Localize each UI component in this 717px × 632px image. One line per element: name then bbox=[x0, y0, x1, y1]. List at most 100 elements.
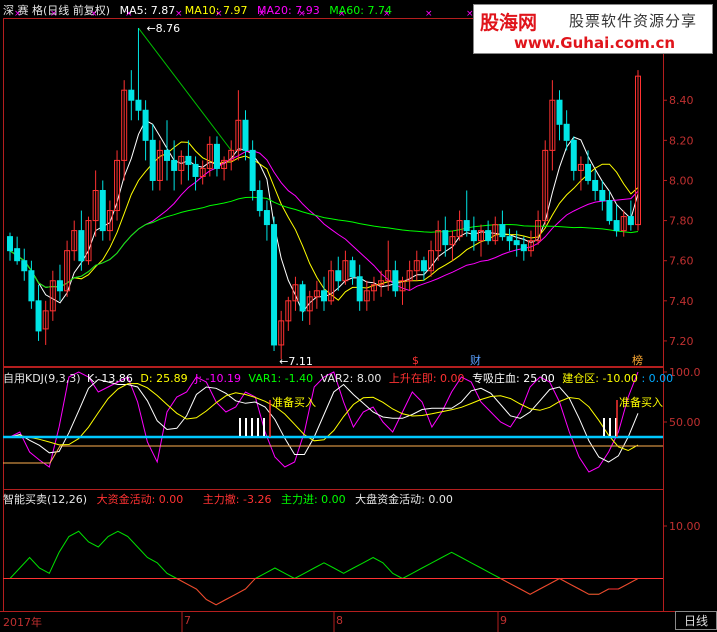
kdj-d-line bbox=[9, 382, 639, 452]
logo-main-text: 股海网 bbox=[480, 12, 538, 34]
smart-main-line bbox=[9, 530, 639, 606]
candle-body-67 bbox=[485, 230, 492, 242]
main-y-label-2: 8.00 bbox=[669, 174, 694, 187]
ma5-value: MA5: 7.87 bbox=[119, 4, 176, 17]
x-label-jul: 7 bbox=[184, 614, 191, 627]
kdj-j-value: J: -10.19 bbox=[195, 372, 242, 385]
smart-trade-indicator bbox=[3, 530, 663, 606]
kdj-var2-value: VAR2: 8.00 bbox=[320, 372, 382, 385]
smart-panel-border bbox=[3, 489, 664, 612]
candle-body-34 bbox=[249, 149, 256, 191]
candle-body-48 bbox=[349, 260, 356, 278]
candle-body-41 bbox=[299, 284, 306, 312]
kdj-orange-line bbox=[3, 445, 663, 464]
kdj-indicator: 准备买入 准备买入 bbox=[3, 371, 663, 473]
main-y-label-0: 8.40 bbox=[669, 94, 694, 107]
candlestick-series bbox=[7, 28, 641, 359]
candle-body-85 bbox=[613, 220, 620, 232]
candle-body-87 bbox=[627, 216, 634, 226]
buy-signal-label-1: 准备买入 bbox=[619, 395, 663, 409]
kdj-j-line bbox=[9, 371, 639, 473]
buy-signal-label-0: 准备买入 bbox=[272, 395, 316, 409]
candle-body-7 bbox=[56, 280, 63, 292]
y-axis-labels: 8.40 8.20 8.00 7.80 7.60 7.40 7.20 100.0 50.00 10… bbox=[663, 94, 701, 533]
stock-chart[interactable]: ××××××××××××××××× ←8.76 ←7.11 准备买入 准备买入 8.… bbox=[0, 0, 717, 632]
x-label-sep: 9 bbox=[500, 614, 507, 627]
candle-body-3 bbox=[28, 270, 35, 302]
candle-body-79 bbox=[570, 139, 577, 171]
candle-body-22 bbox=[164, 149, 170, 161]
candle-body-20 bbox=[149, 139, 156, 181]
candle-body-81 bbox=[585, 163, 592, 181]
candle-body-70 bbox=[506, 236, 513, 242]
candle-body-33 bbox=[242, 119, 249, 151]
candle-body-64 bbox=[463, 220, 470, 232]
big-money-value: 大资金活动: 0.00 bbox=[96, 493, 184, 506]
candle-body-0 bbox=[7, 236, 13, 252]
smart-negative-line bbox=[10, 577, 639, 606]
candle-body-77 bbox=[556, 99, 563, 125]
candle-body-10 bbox=[78, 230, 85, 262]
kdj-y-label-0: 100.0 bbox=[669, 366, 701, 379]
candle-body-69 bbox=[499, 224, 506, 238]
event-marker-0: $ bbox=[412, 354, 419, 367]
candle-body-17 bbox=[128, 89, 135, 101]
kdj-name: 自用KDJ(9,3,3) bbox=[3, 372, 81, 385]
ma10-value: MA10: 7.97 bbox=[184, 4, 248, 17]
kdj-absorb-value: 专吸庄血: 25.00 bbox=[472, 372, 555, 385]
main-y-label-5: 7.40 bbox=[669, 295, 694, 308]
kdj-var1-value: VAR1: -1.40 bbox=[248, 372, 314, 385]
kdj-header: 自用KDJ(9,3,3) K: 13.86 D: 25.89 J: -10.19… bbox=[3, 372, 673, 385]
candle-body-2 bbox=[21, 260, 28, 272]
kdj-d-value: D: 25.89 bbox=[140, 372, 188, 385]
period-button-daily[interactable]: 日线 bbox=[675, 611, 717, 630]
candle-body-19 bbox=[142, 109, 149, 141]
logo-url-text: www.Guhai.com.cn bbox=[514, 34, 676, 52]
candle-body-65 bbox=[470, 230, 477, 242]
smart-name: 智能买卖(12,26) bbox=[3, 493, 88, 506]
x-label-aug: 8 bbox=[336, 614, 343, 627]
candle-body-18 bbox=[135, 99, 142, 111]
candle-body-58 bbox=[420, 260, 427, 272]
candle-body-25 bbox=[185, 155, 192, 165]
candle-body-26 bbox=[192, 163, 199, 177]
event-marker-2: 榜 bbox=[632, 353, 643, 367]
candle-body-29 bbox=[213, 143, 220, 169]
candle-body-36 bbox=[263, 210, 270, 226]
candle-body-35 bbox=[256, 189, 263, 212]
smart-header: 智能买卖(12,26) 大资金活动: 0.00 主力撤: -3.26 主力进: … bbox=[3, 493, 459, 506]
ma60-value: MA60: 7.74 bbox=[329, 4, 392, 17]
candle-body-54 bbox=[392, 270, 399, 292]
kdj-y-label-1: 50.00 bbox=[669, 416, 701, 429]
candle-body-82 bbox=[592, 179, 599, 191]
candle-body-44 bbox=[321, 290, 327, 302]
candle-body-37 bbox=[271, 224, 278, 346]
candle-body-71 bbox=[513, 240, 520, 246]
candle-body-13 bbox=[99, 189, 106, 232]
low-price-label: ←7.11 bbox=[279, 355, 313, 368]
candle-body-49 bbox=[356, 276, 363, 302]
main-y-label-4: 7.60 bbox=[669, 255, 694, 268]
event-marker-1: 财 bbox=[470, 353, 481, 367]
kdj-k-value: K: 13.86 bbox=[87, 372, 133, 385]
kdj-extra-value: : 0.00 bbox=[641, 372, 674, 385]
kdj-rise-value: 上升在即: 0.00 bbox=[388, 372, 465, 385]
candle-body-46 bbox=[335, 270, 342, 282]
candle-body-72 bbox=[520, 244, 527, 252]
candle-body-83 bbox=[599, 189, 606, 202]
kdj-k-line bbox=[9, 378, 639, 463]
stock-title: 深 赛 格(日线 前复权) bbox=[3, 4, 111, 17]
kdj-build-value: 建仓区: -10.00 bbox=[562, 372, 638, 385]
market-money-value: 大盘资金活动: 0.00 bbox=[355, 493, 453, 506]
main-buy-value: 主力进: 0.00 bbox=[280, 493, 346, 506]
chart-frame: ××××××××××××××××× bbox=[0, 9, 717, 632]
candle-body-61 bbox=[442, 230, 449, 246]
logo-sub-text: 股票软件资源分享 bbox=[569, 12, 698, 30]
main-y-label-1: 8.20 bbox=[669, 134, 694, 147]
main-y-label-3: 7.80 bbox=[669, 215, 694, 228]
kdj-panel-border bbox=[3, 367, 664, 490]
candle-body-84 bbox=[606, 200, 613, 222]
top-marker-10: × bbox=[425, 9, 433, 19]
candle-body-23 bbox=[171, 159, 178, 171]
ma20-value: MA20: 7.93 bbox=[257, 4, 320, 17]
